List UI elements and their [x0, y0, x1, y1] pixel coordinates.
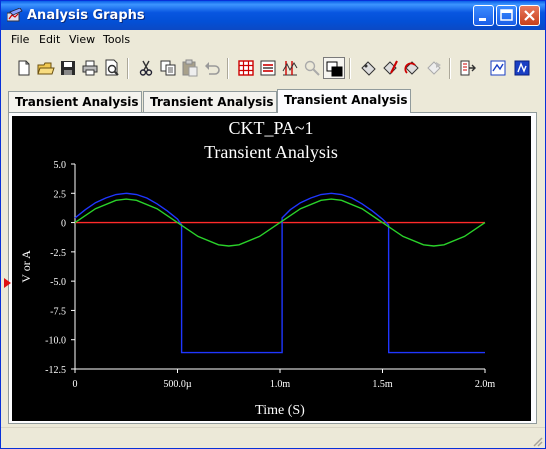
undo-icon: [205, 62, 220, 75]
undo-button[interactable]: [201, 57, 223, 79]
y-tick-label: -2.5: [50, 248, 66, 259]
menu-bar: File Edit View Tools: [1, 30, 545, 49]
copy-icon: [160, 60, 176, 76]
y-tick-label: -12.5: [45, 365, 66, 376]
restore-icon: [404, 61, 419, 75]
graph-plot-area[interactable]: CKT_PA~1 Transient Analysis Time (S) V or A…: [12, 116, 531, 421]
maximize-button[interactable]: [496, 5, 517, 26]
paste-icon: [182, 59, 198, 77]
print-preview-icon: [105, 59, 119, 76]
cursors-button[interactable]: [279, 57, 301, 79]
y-tick-label: -10.0: [45, 336, 66, 347]
menu-tools[interactable]: Tools: [103, 33, 130, 46]
tab-transient-analysis-1[interactable]: Transient Analysis: [8, 91, 142, 112]
select-trace-icon: [361, 61, 376, 76]
y-tick-label: 0: [61, 219, 66, 230]
cursors-icon: [282, 61, 298, 76]
toolbar-separator: [349, 58, 351, 79]
zoom-button[interactable]: [301, 57, 323, 79]
cut-button[interactable]: [135, 57, 157, 79]
toolbar-separator: [227, 58, 229, 79]
restore-button[interactable]: [401, 57, 423, 79]
close-button[interactable]: [519, 5, 540, 26]
flag-button[interactable]: [423, 57, 445, 79]
toolbar-separator: [449, 58, 451, 79]
toggle-legend-button[interactable]: [257, 57, 279, 79]
y-tick-label: -5.0: [50, 277, 66, 288]
cut-icon: [139, 60, 153, 76]
y-tick-label: -7.5: [50, 306, 66, 317]
tab-transient-analysis-3[interactable]: Transient Analysis: [277, 89, 411, 113]
y-axis-label: V or A: [19, 250, 33, 283]
pen-edit-button[interactable]: [379, 57, 401, 79]
export-button[interactable]: [457, 57, 479, 79]
flag-icon: [427, 61, 441, 75]
x-tick-label: 1.0m: [270, 379, 291, 390]
x-axis-label: Time (S): [255, 403, 305, 418]
print-icon: [82, 60, 98, 76]
properties-button[interactable]: [511, 57, 533, 79]
reverse-colors-button[interactable]: [323, 57, 345, 79]
resize-grip-icon[interactable]: [531, 435, 543, 447]
menu-file[interactable]: File: [11, 33, 29, 46]
selected-graph-marker: [4, 278, 11, 288]
tab-strip: Transient Analysis Transient Analysis Tr…: [1, 89, 545, 113]
properties-icon: [514, 60, 530, 76]
reverse-colors-icon: [326, 61, 343, 77]
zoom-icon: [304, 60, 320, 76]
toolbar: [1, 51, 545, 87]
open-button[interactable]: [35, 57, 57, 79]
select-trace-button[interactable]: [357, 57, 379, 79]
x-tick-label: 1.5m: [372, 379, 393, 390]
pen-edit-icon: [383, 60, 398, 75]
chart-title: CKT_PA~1: [228, 118, 313, 138]
toggle-legend-icon: [260, 60, 276, 76]
new-button[interactable]: [13, 57, 35, 79]
minimize-icon: [479, 18, 486, 21]
series-line-2: [74, 192, 485, 354]
chart-subtitle: Transient Analysis: [204, 142, 338, 162]
menu-edit[interactable]: Edit: [39, 33, 60, 46]
tab-transient-analysis-2[interactable]: Transient Analysis: [143, 91, 277, 112]
save-icon: [61, 61, 75, 75]
menu-view[interactable]: View: [69, 33, 95, 46]
toggle-grid-icon: [238, 60, 254, 76]
maximize-icon: [500, 9, 513, 21]
title-bar[interactable]: Analysis Graphs: [1, 1, 545, 30]
export-icon: [460, 60, 476, 76]
paste-button[interactable]: [179, 57, 201, 79]
y-tick-label: 5.0: [54, 160, 67, 171]
toggle-grid-button[interactable]: [235, 57, 257, 79]
open-icon: [37, 62, 55, 75]
transient-chart[interactable]: CKT_PA~1 Transient Analysis Time (S) V or A…: [12, 116, 531, 421]
print-button[interactable]: [79, 57, 101, 79]
status-bar: [1, 427, 545, 448]
toolbar-separator: [127, 58, 129, 79]
x-tick-label: 500.0µ: [163, 379, 192, 390]
x-tick-label: 2.0m: [475, 379, 496, 390]
graph-window-icon: [7, 8, 23, 22]
analysis-graphs-window: Analysis Graphs File Edit View Tools Tra…: [0, 0, 546, 449]
print-preview-button[interactable]: [101, 57, 123, 79]
x-tick-label: 0: [73, 379, 78, 390]
copy-button[interactable]: [157, 57, 179, 79]
window-title: Analysis Graphs: [27, 8, 145, 23]
minimize-button[interactable]: [473, 5, 494, 26]
new-icon: [18, 60, 30, 76]
save-button[interactable]: [57, 57, 79, 79]
overlay-traces-icon: [490, 60, 506, 76]
overlay-traces-button[interactable]: [487, 57, 509, 79]
close-icon: [524, 10, 535, 21]
y-tick-label: 2.5: [54, 189, 67, 200]
